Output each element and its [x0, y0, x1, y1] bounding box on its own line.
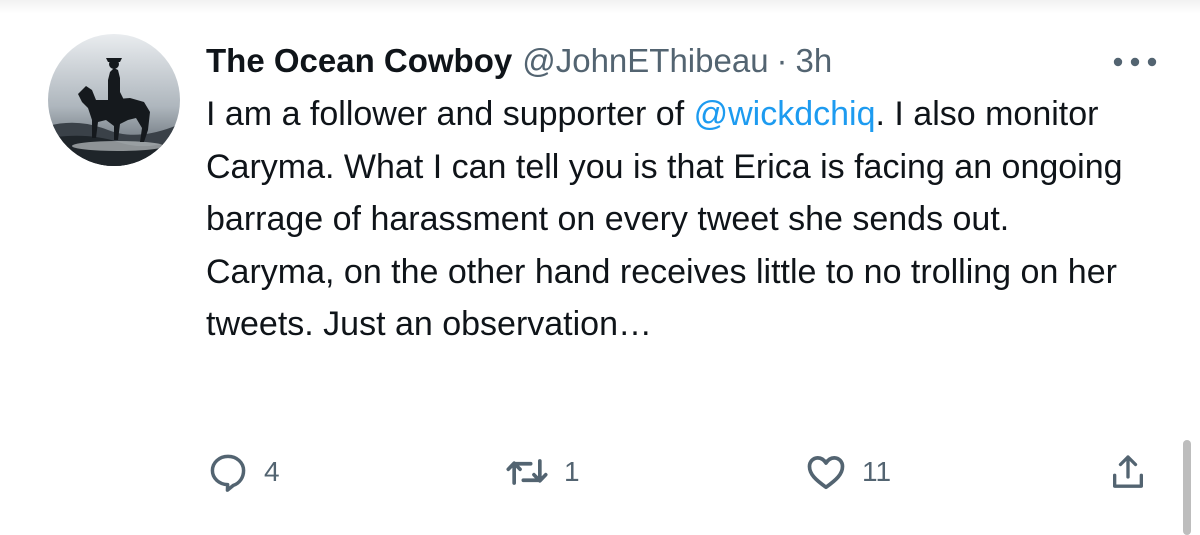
like-count: 11: [862, 456, 892, 487]
reply-count: 4: [264, 456, 280, 487]
tweet[interactable]: The Ocean Cowboy @JohnEThibeau · 3h I am…: [0, 0, 1200, 535]
mention-link[interactable]: @wickdchiq: [694, 95, 876, 133]
retweet-arrows-icon: [506, 459, 548, 485]
reply-button[interactable]: 4: [206, 450, 280, 494]
avatar-image: [48, 34, 180, 166]
tweet-text: I am a follower and supporter of @wickdc…: [206, 88, 1136, 351]
tweet-header: The Ocean Cowboy @JohnEThibeau · 3h: [206, 36, 1136, 86]
retweet-button[interactable]: 1: [504, 450, 580, 494]
tweet-actions: 4 1 11: [0, 444, 1200, 504]
share-button[interactable]: [1108, 450, 1148, 494]
timestamp[interactable]: 3h: [796, 36, 833, 86]
scrollbar[interactable]: [1183, 440, 1191, 535]
user-handle[interactable]: @JohnEThibeau: [522, 36, 768, 86]
tweet-body: The Ocean Cowboy @JohnEThibeau · 3h I am…: [206, 36, 1136, 351]
display-name[interactable]: The Ocean Cowboy: [206, 36, 512, 86]
heart-icon: [807, 456, 845, 490]
tweet-text-start: I am a follower and supporter of: [206, 95, 694, 133]
retweet-count: 1: [564, 456, 580, 487]
avatar[interactable]: [48, 34, 180, 166]
reply-bubble-icon: [210, 454, 246, 492]
share-upload-icon: [1113, 455, 1143, 488]
like-button[interactable]: 11: [804, 450, 891, 494]
separator-dot: ·: [776, 42, 788, 79]
